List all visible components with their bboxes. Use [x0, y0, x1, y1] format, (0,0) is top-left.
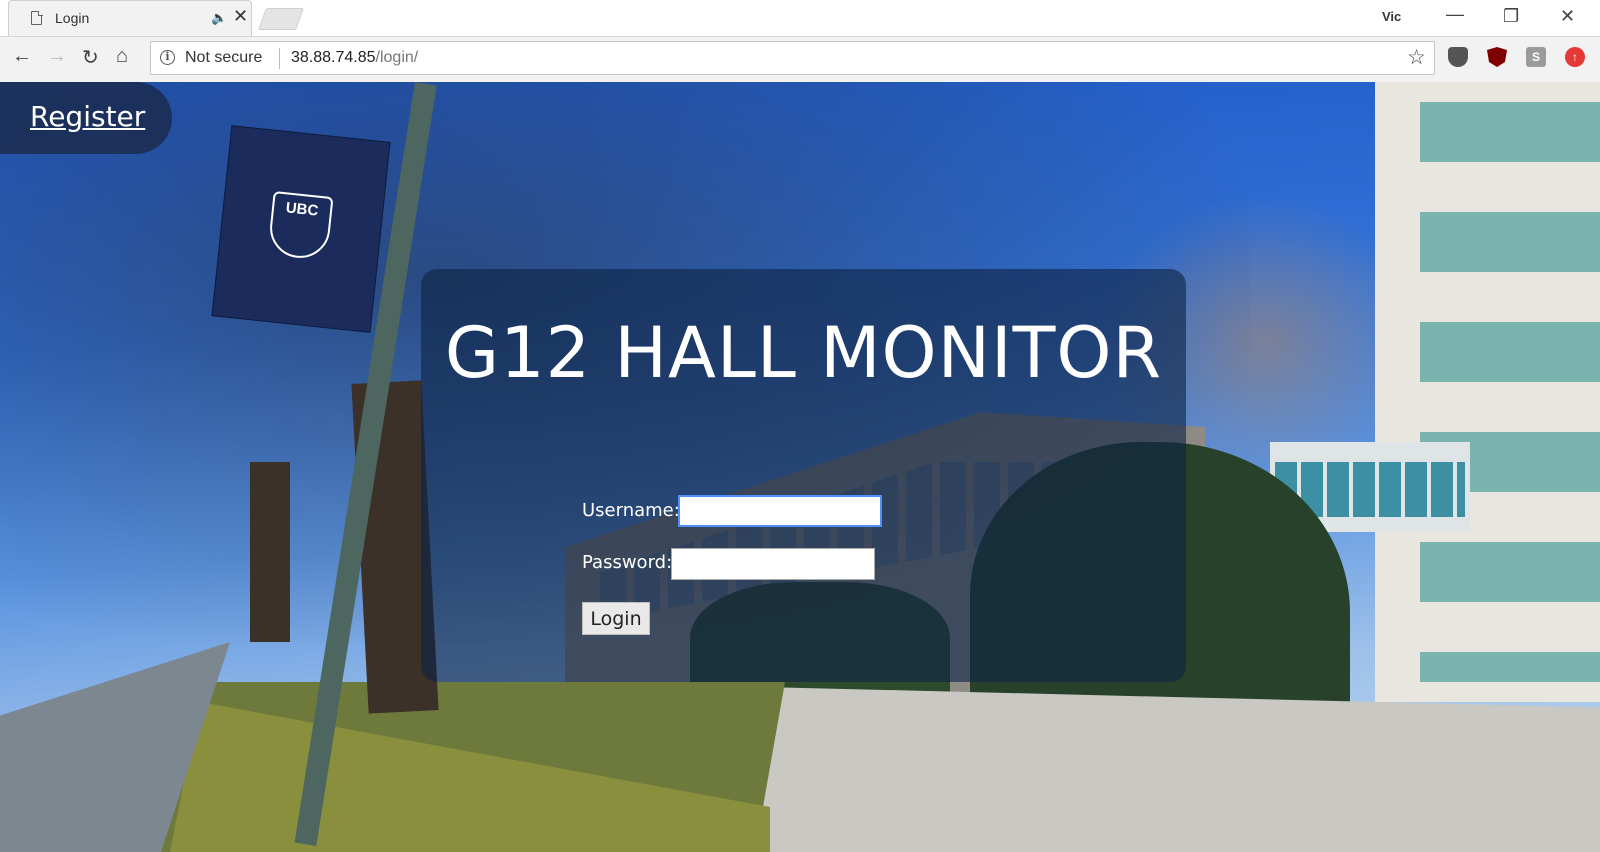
login-button[interactable]: Login: [582, 602, 650, 635]
url-host: 38.88.74.85: [291, 49, 376, 66]
register-container: Register: [0, 82, 172, 154]
audio-icon[interactable]: 🔈: [211, 10, 227, 26]
page-title: G12 HALL MONITOR: [444, 312, 1163, 394]
bookmark-star-icon[interactable]: ☆: [1407, 45, 1426, 70]
browser-toolbar: ← → ↻ ⌂ i Not secure 38.88.74.85/login/ …: [0, 37, 1600, 83]
info-icon[interactable]: i: [160, 50, 175, 65]
reload-icon[interactable]: ↻: [82, 45, 99, 70]
password-label: Password:: [582, 552, 673, 573]
back-icon[interactable]: ←: [12, 45, 32, 68]
upload-extension-icon[interactable]: ↑: [1565, 47, 1585, 67]
tab-title: Login: [55, 10, 90, 26]
restore-icon[interactable]: ❐: [1503, 6, 1519, 27]
login-page: UBC Register G12 HALL MONITOR Username: …: [0, 82, 1600, 852]
security-label[interactable]: Not secure: [185, 49, 262, 67]
s-extension-icon[interactable]: S: [1526, 47, 1546, 67]
background-tree-trunk-2: [250, 462, 290, 642]
username-input[interactable]: [678, 495, 882, 527]
forward-icon[interactable]: →: [47, 45, 67, 68]
username-label: Username:: [582, 500, 680, 521]
tab-strip: Login 🔈 ✕ Vic — ❐ ✕: [0, 0, 1600, 37]
omnibox-divider: [279, 48, 280, 69]
register-link[interactable]: Register: [30, 100, 145, 133]
ubc-banner: UBC: [212, 126, 390, 332]
close-window-icon[interactable]: ✕: [1560, 6, 1575, 27]
tab-login[interactable]: Login 🔈 ✕: [8, 0, 252, 36]
login-panel: G12 HALL MONITOR Username: Password: Log…: [421, 269, 1186, 682]
close-tab-icon[interactable]: ✕: [233, 6, 248, 27]
page-icon: [31, 10, 43, 25]
password-input[interactable]: [671, 548, 875, 580]
address-bar[interactable]: i Not secure 38.88.74.85/login/ ☆: [150, 41, 1435, 75]
minimize-icon[interactable]: —: [1446, 4, 1464, 25]
url-text[interactable]: 38.88.74.85/login/: [291, 49, 418, 67]
new-tab-button[interactable]: [257, 8, 305, 30]
home-icon[interactable]: ⌂: [116, 45, 128, 68]
profile-name[interactable]: Vic: [1382, 9, 1401, 24]
url-path: /login/: [375, 49, 419, 66]
background-building-windows: [1420, 102, 1600, 682]
pocket-extension-icon[interactable]: [1448, 47, 1468, 67]
ublock-extension-icon[interactable]: [1487, 47, 1507, 67]
ubc-crest-icon: UBC: [267, 190, 334, 261]
